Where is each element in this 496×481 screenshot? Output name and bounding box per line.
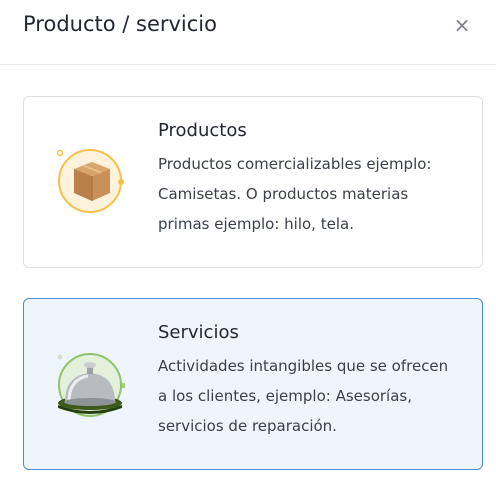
option-card-productos[interactable]: Productos Productos comercializables eje…: [23, 96, 483, 268]
close-icon[interactable]: ×: [450, 13, 474, 37]
product-service-dialog: Producto / servicio × Productos Producto…: [0, 0, 496, 481]
option-title: Productos: [158, 120, 247, 141]
dialog-title: Producto / servicio: [23, 12, 217, 36]
service-bell-icon: [57, 353, 125, 417]
option-card-servicios[interactable]: Servicios Actividades intangibles que se…: [23, 298, 483, 470]
cardboard-box-icon: [56, 149, 124, 213]
option-description: Productos comercializables ejemplo: Cami…: [158, 155, 432, 233]
option-description: Actividades intangibles que se ofrecen a…: [158, 357, 449, 435]
option-title: Servicios: [158, 322, 239, 343]
dialog-header: Producto / servicio ×: [0, 0, 496, 65]
